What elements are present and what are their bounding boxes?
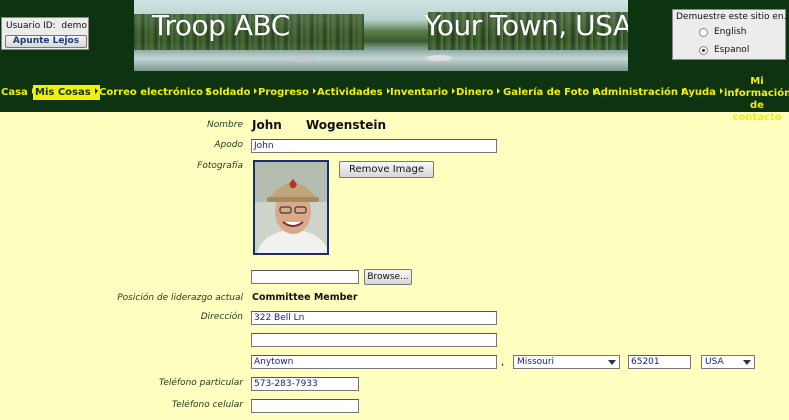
nav-item-inventario[interactable]: Inventario [389, 85, 456, 100]
first-name: John [252, 118, 282, 132]
banner-title-left: Troop ABC [152, 9, 290, 42]
name-label: Nombre [207, 120, 243, 130]
nav-label: Administración [593, 87, 679, 98]
cell-phone-input[interactable] [251, 399, 359, 413]
nav-label: Dinero [456, 87, 494, 98]
home-phone-label: Teléfono particular [158, 378, 243, 388]
country-selected: USA [705, 357, 724, 367]
nav-item-casa[interactable]: Casa [0, 85, 35, 100]
nav-label: Soldado [205, 87, 251, 98]
nav-item-dinero[interactable]: Dinero [455, 85, 501, 100]
nav-contact-line: Mi [750, 76, 764, 87]
state-selected: Missouri [517, 357, 555, 367]
home-phone-input[interactable]: 573-283-7933 [251, 377, 359, 391]
nav-arrow-icon [497, 88, 501, 94]
language-option-espanol[interactable]: Espanol [699, 44, 749, 56]
banner-image: Troop ABC Your Town, USA [134, 0, 628, 71]
banner-title-right: Your Town, USA [424, 9, 628, 42]
language-label-english: English [714, 27, 747, 37]
leadership-value: Committee Member [252, 292, 358, 303]
address-line1-input[interactable]: 322 Bell Ln [251, 311, 497, 325]
photo-label: Fotografía [197, 161, 243, 171]
nav-label: Ayuda [681, 87, 716, 98]
file-input[interactable] [251, 270, 359, 284]
radio-espanol[interactable] [699, 45, 708, 55]
remove-image-button[interactable]: Remove Image [339, 161, 434, 178]
language-selector: Demuestre este sitio en.. English Espano… [672, 9, 789, 60]
nav-label: Actividades [317, 87, 383, 98]
nav-label: Casa [1, 87, 28, 98]
login-box: Usuario ID: demo Apunte Lejos [1, 17, 89, 50]
nav-item-contact-info[interactable]: Mi información de contacto [724, 76, 789, 124]
city-comma: , [501, 357, 505, 368]
header: Usuario ID: demo Apunte Lejos Troop ABC … [0, 0, 789, 76]
nav-item-actividades[interactable]: Actividades [316, 85, 390, 100]
address-line2-input[interactable] [251, 333, 497, 347]
country-select[interactable]: USA [701, 355, 755, 369]
nav-label: Correo electrónico [99, 87, 204, 98]
last-name: Wogenstein [306, 118, 386, 132]
state-select[interactable]: Missouri [513, 355, 620, 369]
banner-canoe [294, 56, 316, 61]
banner-water [134, 50, 628, 71]
radio-english[interactable] [699, 27, 708, 37]
nav-label: Progreso [258, 87, 309, 98]
nav-label: Mis Cosas [35, 87, 91, 98]
language-option-english[interactable]: English [699, 26, 747, 38]
nav-item-galeria[interactable]: Galería de Foto [502, 85, 597, 100]
nav-label: Galería de Foto [503, 87, 590, 98]
browse-button[interactable]: Browse... [364, 269, 412, 285]
nav-label: Inventario [390, 87, 449, 98]
chevron-down-icon [743, 360, 751, 365]
nav-item-progreso[interactable]: Progreso [257, 85, 316, 100]
user-id-label: Usuario ID: [6, 21, 56, 31]
main-nav: Casa Mis Cosas Correo electrónico Soldad… [0, 76, 789, 123]
language-label-espanol: Espanol [714, 45, 750, 55]
leadership-label: Posición de liderazgo actual [117, 293, 243, 303]
address-label: Dirección [200, 312, 243, 322]
banner-canoe [426, 55, 452, 61]
nav-item-mis-cosas[interactable]: Mis Cosas [33, 85, 100, 100]
user-id: Usuario ID: demo [6, 21, 87, 31]
nav-item-administracion[interactable]: Administración [592, 85, 686, 100]
nav-contact-line: información [724, 88, 789, 99]
zip-input[interactable]: 65201 [628, 355, 691, 369]
user-id-value: demo [61, 21, 87, 31]
cell-phone-label: Teléfono celular [171, 400, 243, 410]
nickname-label: Apodo [214, 140, 243, 150]
city-input[interactable]: Anytown [251, 355, 497, 369]
logout-button[interactable]: Apunte Lejos [5, 35, 87, 48]
nav-bar: Casa Mis Cosas Correo electrónico Soldad… [0, 85, 723, 100]
nav-contact-line: de contacto [732, 100, 782, 123]
profile-photo-image [255, 162, 327, 253]
nickname-input[interactable]: John [251, 139, 497, 153]
nav-item-correo[interactable]: Correo electrónico [98, 85, 211, 100]
nav-item-soldado[interactable]: Soldado [204, 85, 258, 100]
nav-item-ayuda[interactable]: Ayuda [680, 85, 723, 100]
profile-photo [253, 160, 329, 255]
nav-arrow-icon [719, 88, 723, 94]
chevron-down-icon [608, 360, 616, 365]
language-selector-label: Demuestre este sitio en.. [676, 12, 789, 22]
